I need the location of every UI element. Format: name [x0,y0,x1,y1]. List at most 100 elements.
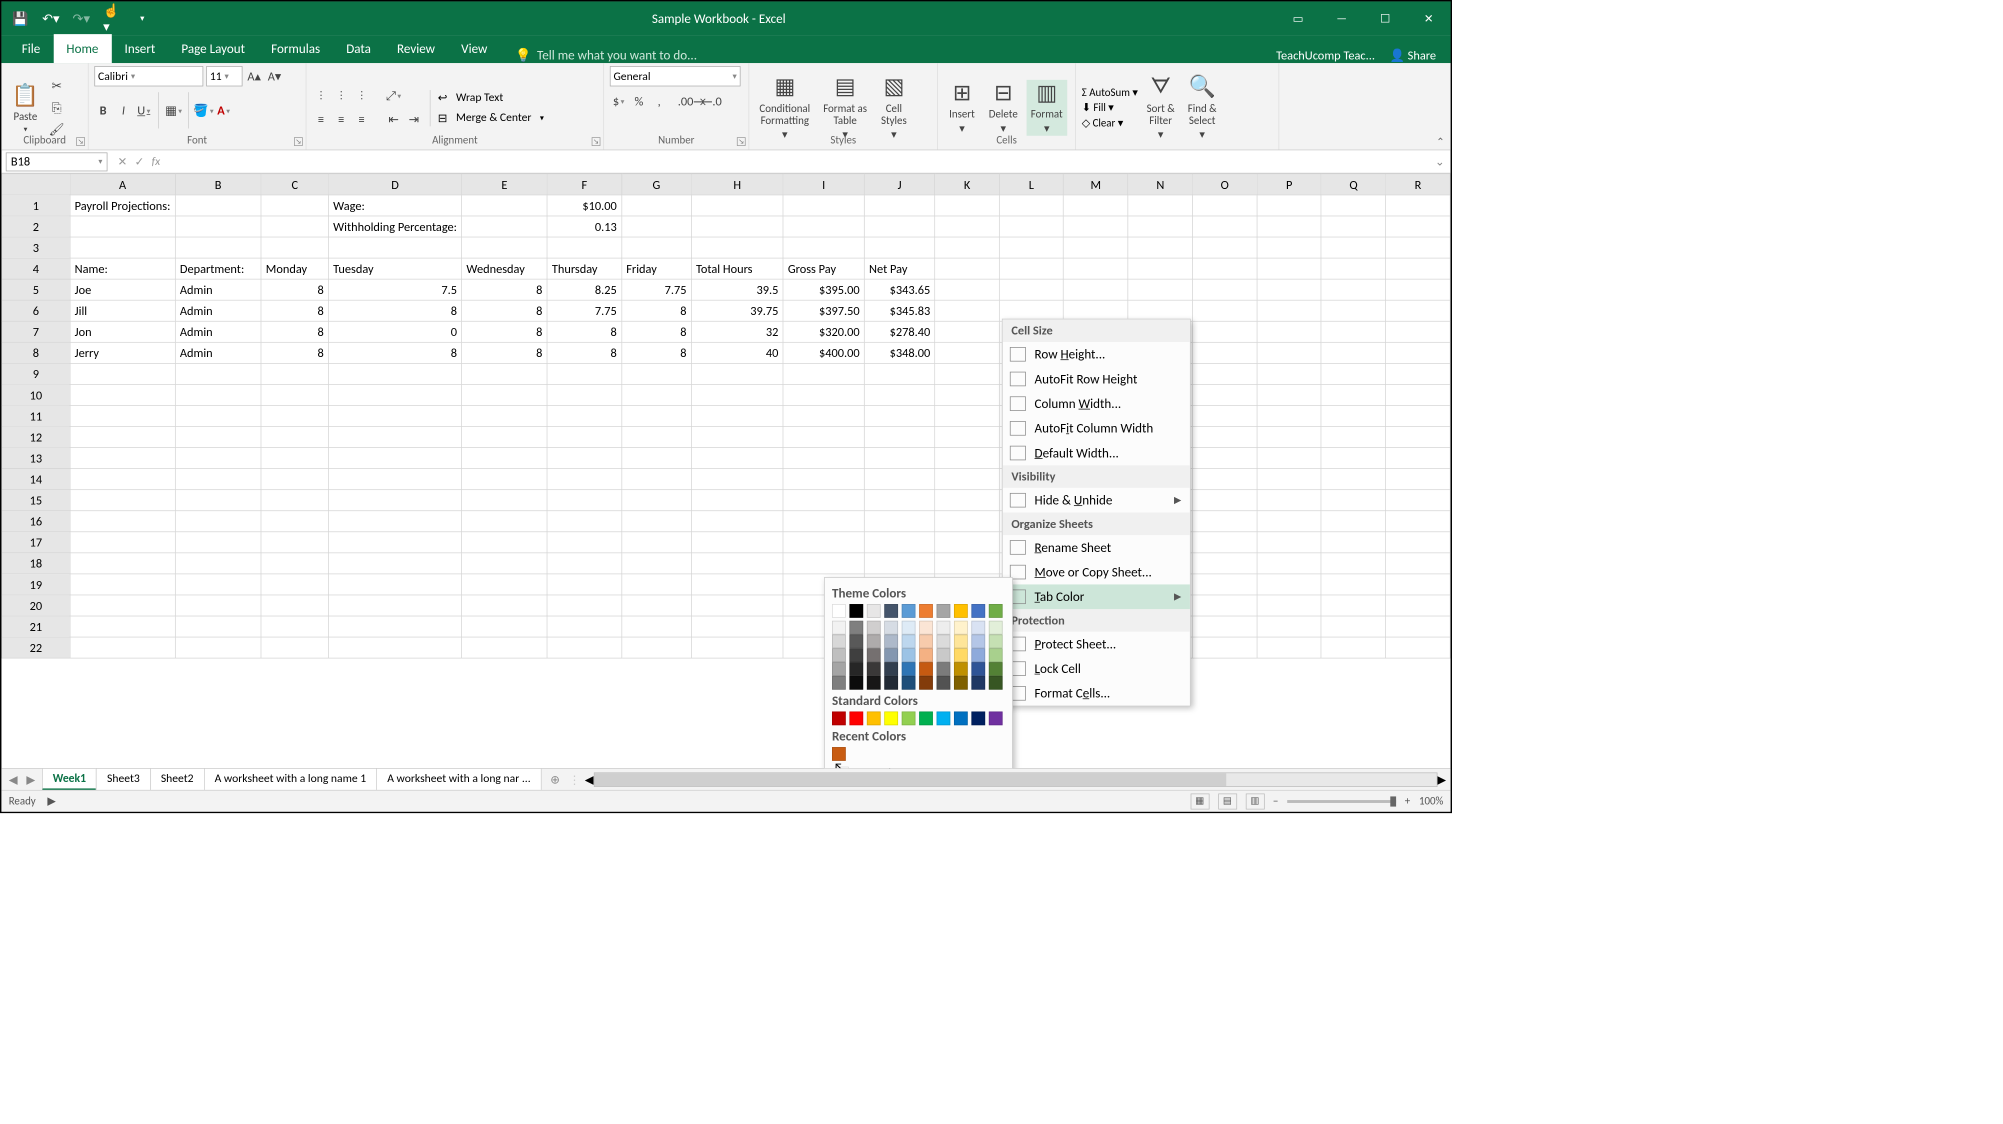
color-swatch[interactable] [884,604,898,618]
cell-F22[interactable] [547,637,621,658]
cell-P16[interactable] [1257,511,1321,532]
cell-C2[interactable] [261,216,328,237]
cell-J11[interactable] [864,405,935,426]
cell-B5[interactable]: Admin [175,279,261,300]
color-swatch[interactable] [832,662,846,676]
hscroll-right[interactable]: ▶ [1437,772,1446,787]
cell-G19[interactable] [622,574,692,595]
cell-H15[interactable] [691,490,783,511]
cell-O16[interactable] [1193,511,1257,532]
cell-Q22[interactable] [1321,637,1385,658]
cell-N5[interactable] [1128,279,1192,300]
sheet-tab[interactable]: Sheet2 [150,768,204,791]
cell-B12[interactable] [175,427,261,448]
font-color-button[interactable]: A [215,102,232,119]
cell-P10[interactable] [1257,384,1321,405]
cell-B14[interactable] [175,469,261,490]
color-swatch[interactable] [954,648,968,662]
cell-B4[interactable]: Department: [175,258,261,279]
cell-K10[interactable] [935,384,999,405]
color-swatch[interactable] [919,648,933,662]
cell-I13[interactable] [783,448,864,469]
cell-J1[interactable] [864,195,935,216]
cell-E14[interactable] [462,469,547,490]
color-swatch[interactable] [937,621,951,635]
color-swatch[interactable] [867,711,881,725]
cell-D18[interactable] [328,553,461,574]
color-swatch[interactable] [832,648,846,662]
cell-E22[interactable] [462,637,547,658]
cell-D14[interactable] [328,469,461,490]
formula-input[interactable] [166,152,1429,171]
cell-G11[interactable] [622,405,692,426]
cell-G3[interactable] [622,237,692,258]
cell-R7[interactable] [1386,321,1450,342]
cell-Q12[interactable] [1321,427,1385,448]
fill-button[interactable]: ⬇ Fill ▾ [1082,101,1138,115]
cell-O12[interactable] [1193,427,1257,448]
cell-A1[interactable]: Payroll Projections: [70,195,175,216]
align-center-button[interactable]: ≡ [333,111,350,128]
cell-J10[interactable] [864,384,935,405]
cell-C21[interactable] [261,616,328,637]
no-color-item[interactable]: No Color [832,761,1005,768]
cell-H18[interactable] [691,553,783,574]
color-swatch[interactable] [867,621,881,635]
cell-C9[interactable] [261,363,328,384]
cell-C22[interactable] [261,637,328,658]
share-button[interactable]: 👤 Share [1390,48,1437,63]
cell-R22[interactable] [1386,637,1450,658]
cell-F19[interactable] [547,574,621,595]
cell-B21[interactable] [175,616,261,637]
format-cells-button[interactable]: ▥Format▾ [1026,80,1067,136]
cell-O9[interactable] [1193,363,1257,384]
color-swatch[interactable] [884,711,898,725]
col-header-D[interactable]: D [328,174,461,195]
cell-P14[interactable] [1257,469,1321,490]
cell-C19[interactable] [261,574,328,595]
cell-J3[interactable] [864,237,935,258]
cell-R21[interactable] [1386,616,1450,637]
paste-button[interactable]: 📋 Paste▾ [7,82,43,133]
cell-G4[interactable]: Friday [622,258,692,279]
cell-C13[interactable] [261,448,328,469]
cell-N2[interactable] [1128,216,1192,237]
align-bottom-button[interactable]: ⫶ [353,87,370,104]
cell-J14[interactable] [864,469,935,490]
cell-B1[interactable] [175,195,261,216]
color-swatch[interactable] [954,711,968,725]
cell-E8[interactable]: 8 [462,342,547,363]
menu-item[interactable]: Tab Color▶ [1003,584,1190,609]
cell-B22[interactable] [175,637,261,658]
cell-Q14[interactable] [1321,469,1385,490]
cell-C3[interactable] [261,237,328,258]
cell-E18[interactable] [462,553,547,574]
align-left-button[interactable]: ≡ [312,111,329,128]
cell-B18[interactable] [175,553,261,574]
account-name[interactable]: TeachUcomp Teac... [1276,48,1375,63]
cell-C8[interactable]: 8 [261,342,328,363]
cell-F13[interactable] [547,448,621,469]
cell-A2[interactable] [70,216,175,237]
row-header-15[interactable]: 15 [2,490,70,511]
number-format-combo[interactable]: General▾ [610,66,741,86]
font-launcher[interactable]: ↘ [294,137,303,146]
cell-O11[interactable] [1193,405,1257,426]
cell-J17[interactable] [864,532,935,553]
cell-I2[interactable] [783,216,864,237]
color-swatch[interactable] [884,648,898,662]
color-swatch[interactable] [989,648,1003,662]
cell-C16[interactable] [261,511,328,532]
color-swatch[interactable] [937,676,951,690]
font-name-combo[interactable]: Calibri▾ [94,66,203,86]
cell-G17[interactable] [622,532,692,553]
cell-H19[interactable] [691,574,783,595]
cell-G20[interactable] [622,595,692,616]
cell-H10[interactable] [691,384,783,405]
cell-J9[interactable] [864,363,935,384]
cell-A13[interactable] [70,448,175,469]
cell-H1[interactable] [691,195,783,216]
row-header-16[interactable]: 16 [2,511,70,532]
cell-O10[interactable] [1193,384,1257,405]
cell-I16[interactable] [783,511,864,532]
